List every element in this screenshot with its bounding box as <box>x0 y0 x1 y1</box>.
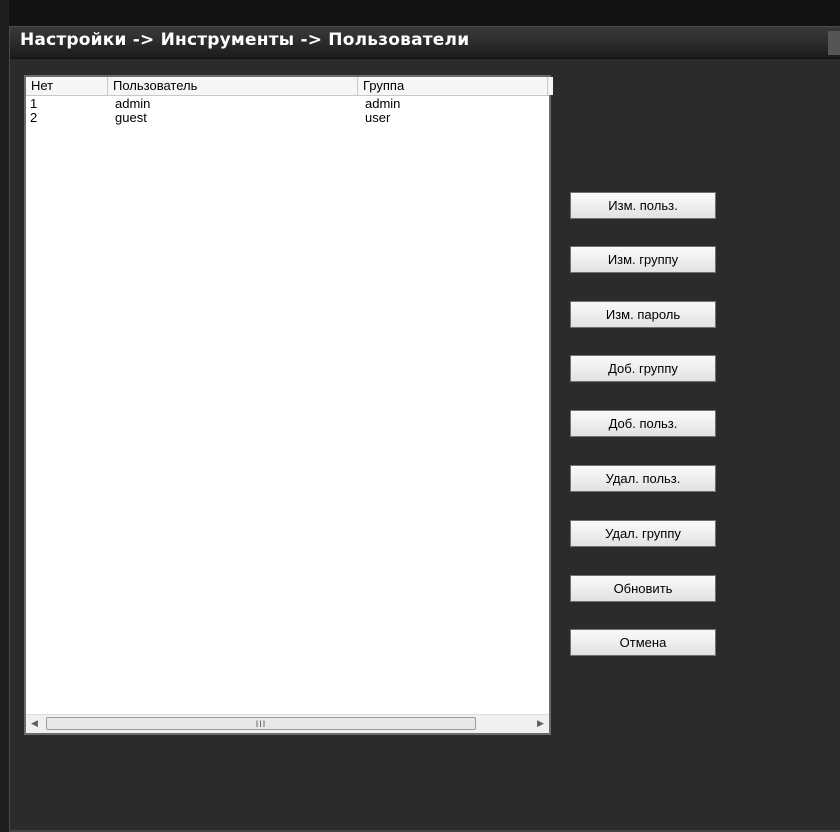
arrow-right-icon[interactable]: ▶ <box>532 715 549 733</box>
column-header-no[interactable]: Нет <box>26 77 108 95</box>
column-header-user[interactable]: Пользователь <box>108 77 358 95</box>
list-rows: 1 admin admin 2 guest user <box>26 97 549 125</box>
row-group: admin <box>365 96 401 111</box>
column-header-group[interactable]: Группа <box>358 77 548 95</box>
add-group-button[interactable]: Доб. группу <box>570 355 716 382</box>
scrollbar-thumb[interactable]: III <box>46 717 476 730</box>
grip-lines-icon: III <box>255 719 267 729</box>
refresh-button[interactable]: Обновить <box>570 575 716 602</box>
title-bar: Настройки -> Инструменты -> Пользователи <box>10 27 840 59</box>
title-bar-edge <box>828 31 840 55</box>
row-number: 2 <box>30 110 38 125</box>
user-list[interactable]: Нет Пользователь Группа 1 admin admin 2 … <box>24 75 553 735</box>
edit-user-button[interactable]: Изм. польз. <box>570 192 716 219</box>
arrow-left-icon[interactable]: ◀ <box>26 715 43 733</box>
delete-user-button[interactable]: Удал. польз. <box>570 465 716 492</box>
row-group: user <box>365 110 391 125</box>
add-user-button[interactable]: Доб. польз. <box>570 410 716 437</box>
list-header: Нет Пользователь Группа <box>26 77 553 96</box>
list-item[interactable]: 2 guest user <box>26 111 549 125</box>
window-title: Настройки -> Инструменты -> Пользователи <box>20 30 470 50</box>
left-edge <box>0 0 9 832</box>
user-settings-window: Настройки -> Инструменты -> Пользователи… <box>9 26 840 832</box>
row-user: admin <box>115 96 151 111</box>
delete-group-button[interactable]: Удал. группу <box>570 520 716 547</box>
row-user: guest <box>115 110 147 125</box>
horizontal-scrollbar[interactable]: ◀ III ▶ <box>26 714 549 733</box>
row-number: 1 <box>30 96 38 111</box>
column-header-filler <box>548 77 553 95</box>
list-item[interactable]: 1 admin admin <box>26 97 549 111</box>
cancel-button[interactable]: Отмена <box>570 629 716 656</box>
edit-group-button[interactable]: Изм. группу <box>570 246 716 273</box>
change-password-button[interactable]: Изм. пароль <box>570 301 716 328</box>
